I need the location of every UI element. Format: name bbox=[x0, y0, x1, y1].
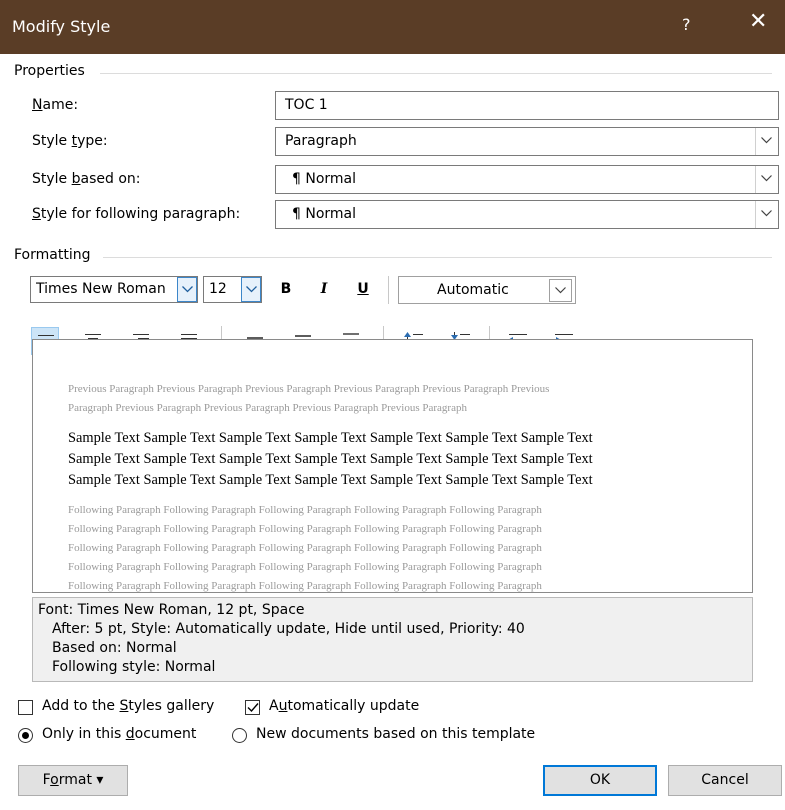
bold-button[interactable]: B bbox=[277, 281, 295, 297]
ok-button[interactable]: OK bbox=[543, 765, 657, 796]
style-description: Font: Times New Roman, 12 pt, Space Afte… bbox=[32, 597, 753, 682]
previous-paragraph-preview: Previous Paragraph Previous Paragraph Pr… bbox=[68, 383, 550, 414]
font-name-dropdown[interactable]: Times New Roman bbox=[30, 276, 198, 303]
name-input[interactable]: TOC 1 bbox=[275, 91, 779, 120]
based-on-value: ¶ Normal bbox=[292, 171, 357, 187]
radio-selected-dot bbox=[22, 732, 29, 739]
style-type-label: Style type: bbox=[32, 133, 108, 149]
chevron-down-icon[interactable] bbox=[177, 277, 197, 302]
font-color-value: Automatic bbox=[437, 282, 509, 298]
chevron-down-icon[interactable] bbox=[755, 166, 778, 193]
caret-down-icon: ▾ bbox=[96, 772, 104, 788]
following-paragraph-preview: Following Paragraph Following Paragraph … bbox=[68, 504, 542, 592]
format-menu-button[interactable]: Format ▾ bbox=[18, 765, 128, 796]
name-label: Name: bbox=[32, 97, 79, 113]
auto-update-label[interactable]: Automatically update bbox=[269, 698, 419, 714]
formatting-divider bbox=[103, 257, 772, 258]
chevron-down-icon[interactable] bbox=[241, 277, 261, 302]
style-type-dropdown[interactable]: Paragraph bbox=[275, 127, 779, 156]
based-on-label: Style based on: bbox=[32, 171, 141, 187]
underline-button[interactable]: U bbox=[354, 281, 372, 297]
checkmark-icon bbox=[247, 703, 259, 713]
italic-button[interactable]: I bbox=[315, 281, 333, 297]
style-type-value: Paragraph bbox=[285, 133, 357, 149]
chevron-down-icon[interactable] bbox=[549, 279, 572, 302]
font-color-dropdown[interactable]: Automatic bbox=[398, 276, 576, 304]
name-input-value: TOC 1 bbox=[285, 97, 328, 113]
formatting-section-label: Formatting bbox=[14, 247, 91, 263]
sample-text-preview: Sample Text Sample Text Sample Text Samp… bbox=[68, 430, 593, 488]
dialog-title: Modify Style bbox=[12, 17, 111, 36]
font-size-value: 12 bbox=[209, 281, 227, 297]
new-documents-radio[interactable] bbox=[232, 728, 247, 743]
help-button[interactable]: ? bbox=[682, 15, 691, 34]
title-bar: Modify Style ? ✕ bbox=[0, 0, 785, 54]
only-this-document-label[interactable]: Only in this document bbox=[42, 726, 196, 742]
description-line: Font: Times New Roman, 12 pt, Space bbox=[38, 602, 305, 618]
auto-update-checkbox[interactable] bbox=[245, 700, 260, 715]
following-style-value: ¶ Normal bbox=[292, 206, 357, 222]
new-documents-label[interactable]: New documents based on this template bbox=[256, 726, 535, 742]
following-style-dropdown[interactable]: ¶ Normal bbox=[275, 200, 779, 229]
description-line: Based on: Normal bbox=[52, 640, 177, 656]
font-size-dropdown[interactable]: 12 bbox=[203, 276, 262, 303]
description-line: Following style: Normal bbox=[52, 659, 216, 675]
font-name-value: Times New Roman bbox=[36, 281, 166, 297]
following-style-label: Style for following paragraph: bbox=[32, 206, 241, 222]
add-to-gallery-checkbox[interactable] bbox=[18, 700, 33, 715]
description-line: After: 5 pt, Style: Automatically update… bbox=[52, 621, 525, 637]
chevron-down-icon[interactable] bbox=[755, 201, 778, 228]
properties-divider bbox=[100, 73, 772, 74]
add-to-gallery-label[interactable]: Add to the Styles gallery bbox=[42, 698, 214, 714]
only-this-document-radio[interactable] bbox=[18, 728, 33, 743]
toolbar-separator bbox=[388, 276, 389, 304]
properties-section-label: Properties bbox=[14, 63, 85, 79]
close-button[interactable]: ✕ bbox=[749, 11, 767, 33]
based-on-dropdown[interactable]: ¶ Normal bbox=[275, 165, 779, 194]
pilcrow-icon: ¶ bbox=[292, 171, 301, 187]
chevron-down-icon[interactable] bbox=[755, 128, 778, 155]
cancel-button[interactable]: Cancel bbox=[668, 765, 782, 796]
style-preview-pane: Previous Paragraph Previous Paragraph Pr… bbox=[32, 339, 753, 593]
pilcrow-icon: ¶ bbox=[292, 206, 301, 222]
